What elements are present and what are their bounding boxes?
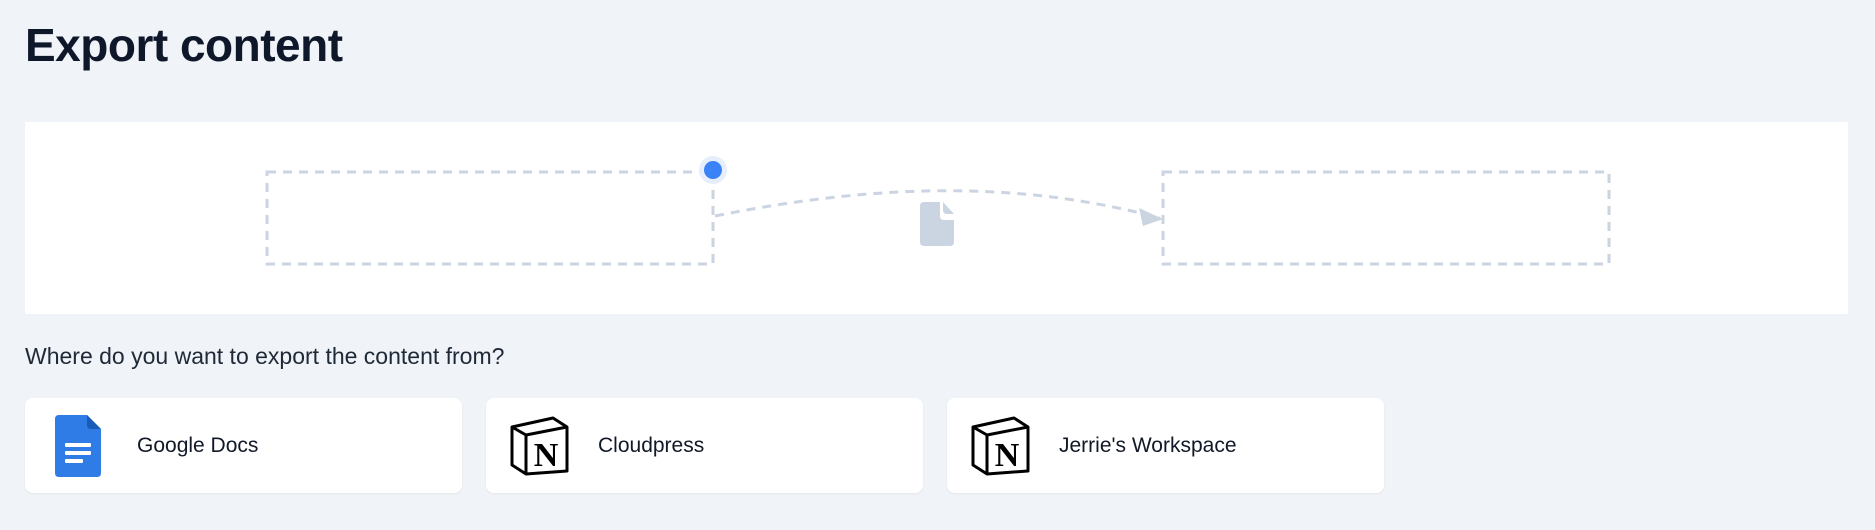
google-docs-icon [47,414,109,477]
document-icon [920,202,954,246]
export-flow-diagram [25,122,1848,314]
active-step-dot [704,161,722,179]
source-card-jerries-workspace[interactable]: N Jerrie's Workspace [947,398,1384,493]
notion-icon: N [969,415,1031,477]
source-question: Where do you want to export the content … [25,343,505,369]
svg-text:N: N [534,437,559,474]
source-card-cloudpress[interactable]: N Cloudpress [486,398,923,493]
page-title: Export content [25,19,343,71]
source-label: Jerrie's Workspace [1059,433,1237,457]
flow-diagram-graphic [265,156,1611,266]
source-slot [265,170,715,266]
source-card-google-docs[interactable]: Google Docs [25,398,462,493]
notion-icon: N [508,415,570,477]
source-list: Google Docs N Cloudpress N Jerrie's Work… [25,398,1384,493]
source-label: Google Docs [137,433,259,457]
destination-slot [1161,170,1611,266]
source-label: Cloudpress [598,433,705,457]
svg-text:N: N [995,437,1020,474]
